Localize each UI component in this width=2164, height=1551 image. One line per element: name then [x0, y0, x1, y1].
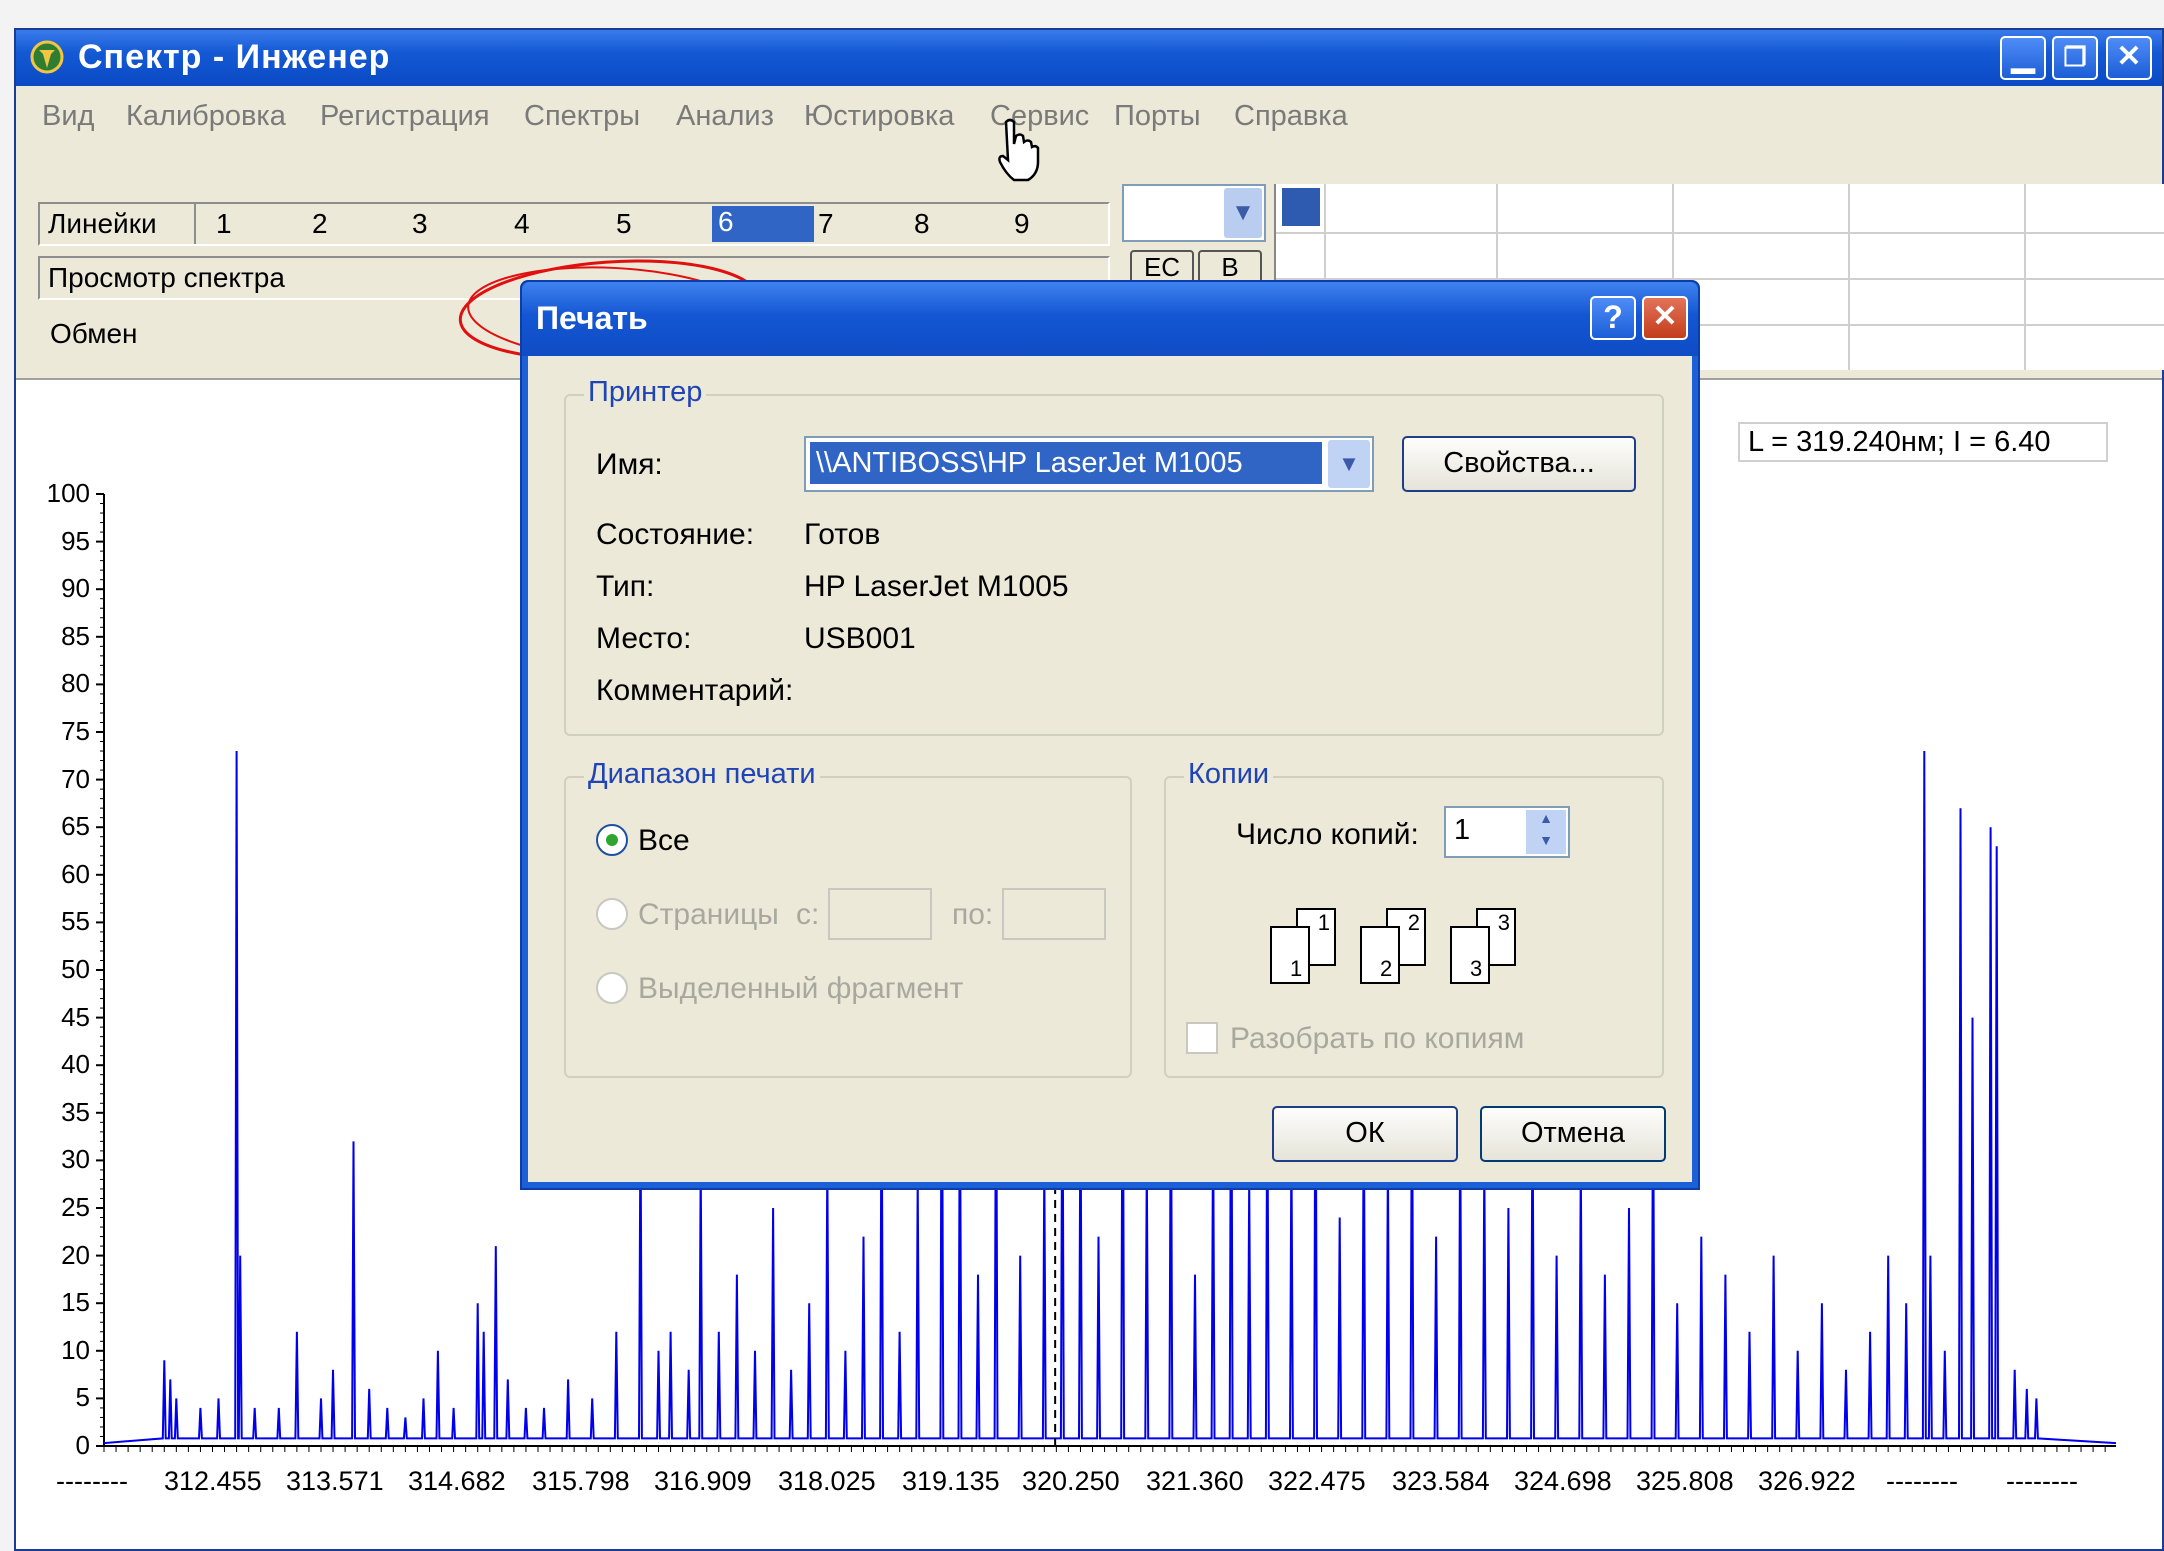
spin-down-icon[interactable]: ▼ — [1526, 832, 1566, 854]
menu-alignment[interactable]: Юстировка — [804, 100, 954, 133]
copies-group-label: Копии — [1184, 758, 1274, 791]
menu-ports[interactable]: Порты — [1114, 100, 1201, 133]
close-dialog-button[interactable]: ✕ — [1642, 296, 1688, 340]
print-range-label: Диапазон печати — [584, 758, 820, 791]
help-button[interactable]: ? — [1590, 296, 1636, 340]
from-label: с: — [796, 898, 820, 931]
copies-spinner[interactable]: 1 ▲ ▼ — [1444, 806, 1570, 858]
line-8[interactable]: 8 — [914, 208, 930, 240]
print-dialog: Печать ? ✕ Принтер Имя: \\ANTIBOSS\HP La… — [520, 280, 1700, 1190]
to-label: по: — [952, 898, 994, 931]
from-input[interactable] — [828, 888, 932, 940]
line-3[interactable]: 3 — [412, 208, 428, 240]
radio-selection-label[interactable]: Выделенный фрагмент — [638, 972, 963, 1006]
lines-label: Линейки — [48, 208, 157, 239]
grid-selection-marker — [1282, 188, 1320, 226]
properties-button[interactable]: Свойства... — [1402, 436, 1636, 492]
line-4[interactable]: 4 — [514, 208, 530, 240]
comment-label: Комментарий: — [596, 674, 794, 707]
radio-selection[interactable] — [596, 972, 628, 1004]
menu-calibration[interactable]: Калибровка — [126, 100, 286, 133]
line-2[interactable]: 2 — [312, 208, 328, 240]
dialog-title: Печать — [536, 300, 648, 336]
printer-group-label: Принтер — [584, 376, 707, 409]
line-7[interactable]: 7 — [818, 208, 834, 240]
radio-pages-label[interactable]: Страницы — [638, 898, 779, 932]
printer-name-select[interactable]: \\ANTIBOSS\HP LaserJet M1005 ▼ — [804, 436, 1374, 492]
status-label: Состояние: — [596, 518, 755, 551]
line-6-selected[interactable]: 6 — [712, 206, 814, 242]
spin-up-icon[interactable]: ▲ — [1526, 810, 1566, 832]
title-bar[interactable]: Спектр - Инженер ▁ ❐ ✕ — [16, 30, 2162, 86]
type-label: Тип: — [596, 570, 655, 603]
line-1[interactable]: 1 — [216, 208, 232, 240]
printer-name-value: \\ANTIBOSS\HP LaserJet M1005 — [810, 442, 1322, 484]
cancel-button[interactable]: Отмена — [1480, 1106, 1666, 1162]
divider — [194, 204, 196, 244]
minimize-button[interactable]: ▁ — [2000, 36, 2046, 80]
line-9[interactable]: 9 — [1014, 208, 1030, 240]
menu-spectra[interactable]: Спектры — [524, 100, 640, 133]
chevron-down-icon[interactable]: ▼ — [1328, 440, 1370, 488]
collate-label[interactable]: Разобрать по копиям — [1230, 1022, 1524, 1056]
radio-pages[interactable] — [596, 898, 628, 930]
lines-selector: Линейки 1 2 3 4 5 6 7 8 9 — [38, 202, 1110, 246]
chevron-down-icon[interactable]: ▼ — [1224, 188, 1262, 238]
menu-analysis[interactable]: Анализ — [676, 100, 774, 133]
ok-button[interactable]: ОК — [1272, 1106, 1458, 1162]
restore-button[interactable]: ❐ — [2052, 36, 2098, 80]
app-window: Спектр - Инженер ▁ ❐ ✕ Вид Калибровка Ре… — [14, 28, 2164, 1551]
line-5[interactable]: 5 — [616, 208, 632, 240]
copies-group: Копии Число копий: 1 ▲ ▼ 1 1 2 2 3 3 Раз… — [1164, 758, 1664, 1078]
window-title: Спектр - Инженер — [78, 38, 391, 76]
type-value: HP LaserJet M1005 — [804, 570, 1069, 603]
copies-count-label: Число копий: — [1236, 818, 1419, 851]
to-input[interactable] — [1002, 888, 1106, 940]
exchange-label[interactable]: Обмен — [50, 318, 138, 350]
collate-checkbox[interactable] — [1186, 1022, 1218, 1054]
where-value: USB001 — [804, 622, 916, 655]
dialog-title-bar[interactable]: Печать ? ✕ — [522, 282, 1698, 356]
printer-group: Принтер Имя: \\ANTIBOSS\HP LaserJet M100… — [564, 376, 1664, 736]
name-label: Имя: — [596, 448, 663, 481]
collate-illustration-icon: 1 1 2 2 3 3 — [1266, 908, 1556, 998]
menu-bar: Вид Калибровка Регистрация Спектры Анали… — [16, 88, 2162, 140]
close-window-button[interactable]: ✕ — [2106, 36, 2152, 80]
radio-dot — [606, 834, 618, 846]
copies-value: 1 — [1454, 814, 1471, 846]
mode-label: Просмотр спектра — [48, 262, 285, 293]
menu-registration[interactable]: Регистрация — [320, 100, 490, 133]
dropdown-select[interactable]: ▼ — [1122, 184, 1266, 242]
radio-all[interactable] — [596, 824, 628, 856]
hand-cursor-icon — [998, 118, 1040, 182]
dialog-body: Принтер Имя: \\ANTIBOSS\HP LaserJet M100… — [528, 356, 1692, 1182]
menu-help[interactable]: Справка — [1234, 100, 1348, 133]
print-range-group: Диапазон печати Все Страницы с: по: Выде… — [564, 758, 1132, 1078]
status-value: Готов — [804, 518, 881, 551]
radio-all-label[interactable]: Все — [638, 824, 690, 858]
app-logo-icon — [30, 40, 64, 74]
where-label: Место: — [596, 622, 692, 655]
menu-view[interactable]: Вид — [42, 100, 94, 133]
